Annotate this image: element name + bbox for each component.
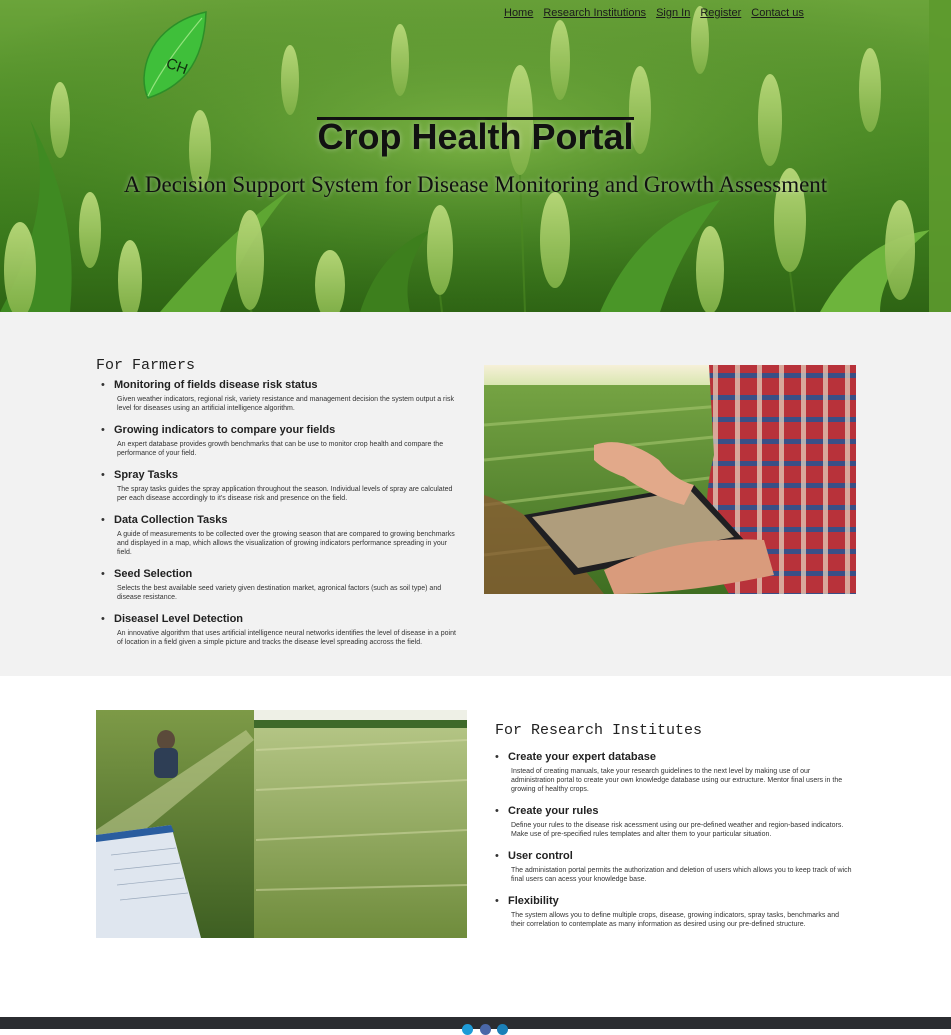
feature-desc: Define your rules to the disease risk ac… [511, 822, 844, 838]
nav-register[interactable]: Register [700, 7, 741, 19]
list-item: Growing indicators to compare your field… [96, 424, 458, 458]
feature-desc: The spray tasks guides the spray applica… [117, 486, 453, 502]
feature-desc: Selects the best available seed variety … [117, 585, 442, 601]
feature-title: Growing indicators to compare your field… [114, 424, 336, 436]
farmers-feature-list: Monitoring of fields disease risk status… [96, 379, 458, 658]
feature-title: Seed Selection [114, 568, 193, 580]
list-item: Diseasel Level Detection An innovative a… [96, 613, 458, 647]
research-section: For Research Institutes Create your expe… [0, 676, 951, 1017]
nav-research-institutions[interactable]: Research Institutions [543, 7, 646, 19]
feature-title: User control [508, 850, 573, 862]
feature-desc: Given weather indicators, regional risk,… [117, 396, 454, 412]
feature-desc: A guide of measurements to be collected … [117, 531, 455, 556]
feature-title: Diseasel Level Detection [114, 613, 244, 625]
nav-contact-us[interactable]: Contact us [751, 7, 804, 19]
feature-desc: The administation portal permits the aut… [511, 867, 852, 883]
feature-desc: An expert database provides growth bench… [117, 441, 444, 457]
farmers-heading: For Farmers [96, 357, 196, 374]
page-title: Crop Health Portal [317, 116, 634, 157]
feature-title: Monitoring of fields disease risk status [114, 379, 318, 391]
research-field-photo [96, 710, 467, 938]
feature-title: Create your expert database [508, 751, 656, 763]
page-subtitle: A Decision Support System for Disease Mo… [123, 172, 828, 197]
linkedin-icon[interactable] [497, 1024, 508, 1035]
logo-leaf-icon[interactable]: CH [138, 8, 212, 100]
list-item: Create your rules Define your rules to t… [490, 805, 854, 839]
footer [0, 1017, 951, 1035]
feature-title: Data Collection Tasks [114, 514, 228, 526]
twitter-icon[interactable] [462, 1024, 473, 1035]
list-item: User control The administation portal pe… [490, 850, 854, 884]
facebook-icon[interactable] [480, 1024, 491, 1035]
feature-title: Create your rules [508, 805, 599, 817]
list-item: Monitoring of fields disease risk status… [96, 379, 458, 413]
list-item: Flexibility The system allows you to def… [490, 895, 854, 929]
research-heading: For Research Institutes [495, 722, 703, 739]
list-item: Create your expert database Instead of c… [490, 751, 854, 794]
feature-title: Spray Tasks [114, 469, 179, 481]
research-feature-list: Create your expert database Instead of c… [490, 751, 854, 940]
feature-desc: An innovative algorithm that uses artifi… [117, 630, 456, 646]
list-item: Seed Selection Selects the best availabl… [96, 568, 458, 602]
hero-banner: Home Research Institutions Sign In Regis… [0, 0, 951, 312]
nav-home[interactable]: Home [504, 7, 533, 19]
list-item: Spray Tasks The spray tasks guides the s… [96, 469, 458, 503]
list-item: Data Collection Tasks A guide of measure… [96, 514, 458, 557]
feature-desc: The system allows you to define multiple… [511, 912, 839, 928]
feature-desc: Instead of creating manuals, take your r… [511, 768, 843, 793]
feature-title: Flexibility [508, 895, 559, 907]
farmers-section: For Farmers Monitoring of fields disease… [0, 312, 951, 676]
farmer-tablet-photo [484, 365, 856, 594]
nav-sign-in[interactable]: Sign In [656, 7, 690, 19]
top-nav: Home Research Institutions Sign In Regis… [504, 7, 804, 19]
